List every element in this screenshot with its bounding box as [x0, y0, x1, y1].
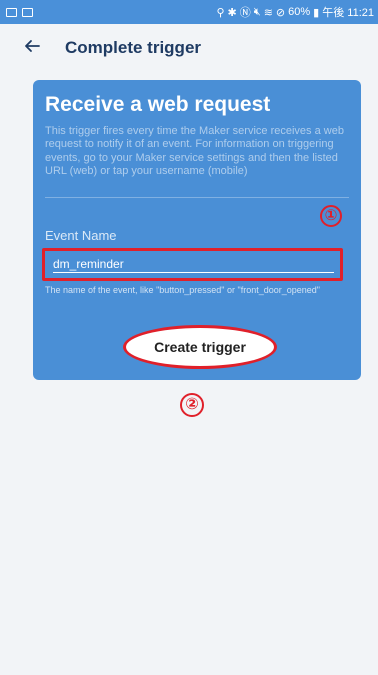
- no-sim-icon: ⊘: [275, 6, 286, 19]
- battery-percent: 60%: [288, 6, 311, 18]
- battery-icon: ▮: [313, 6, 320, 19]
- trigger-card: Receive a web request This trigger fires…: [33, 80, 361, 380]
- create-trigger-button[interactable]: Create trigger: [123, 325, 277, 369]
- event-name-value: dm_reminder: [53, 257, 124, 271]
- arrow-left-icon[interactable]: [22, 36, 42, 56]
- page-title: Complete trigger: [65, 38, 202, 57]
- clock: 午後 11:21: [322, 7, 374, 19]
- image-icon: [6, 7, 17, 17]
- bluetooth-icon: ✱: [227, 6, 237, 19]
- location-icon: ⚲: [216, 6, 225, 19]
- input-underline: [53, 272, 334, 273]
- event-name-help: The name of the event, like "button_pres…: [45, 285, 320, 295]
- event-name-label: Event Name: [45, 228, 117, 243]
- annotation-marker-2: ②: [180, 393, 204, 417]
- status-bar: ⚲ ✱ Ⓝ 🔇︎ ≋ ⊘ 60% ▮ 午後 11:21: [0, 0, 378, 24]
- event-name-field[interactable]: dm_reminder: [42, 248, 343, 281]
- annotation-marker-1: ①: [320, 205, 342, 227]
- wifi-icon: ≋: [263, 6, 273, 19]
- clipboard-icon: [22, 7, 33, 17]
- card-description: This trigger fires every time the Maker …: [45, 125, 344, 178]
- mute-icon: 🔇︎: [253, 5, 261, 18]
- status-right: ⚲ ✱ Ⓝ 🔇︎ ≋ ⊘ 60% ▮ 午後 11:21: [216, 4, 374, 20]
- nfc-icon: Ⓝ: [239, 7, 251, 19]
- status-left-icons: [6, 7, 33, 17]
- card-title: Receive a web request: [45, 93, 271, 116]
- app-header: Complete trigger: [0, 24, 378, 72]
- divider: [45, 196, 349, 198]
